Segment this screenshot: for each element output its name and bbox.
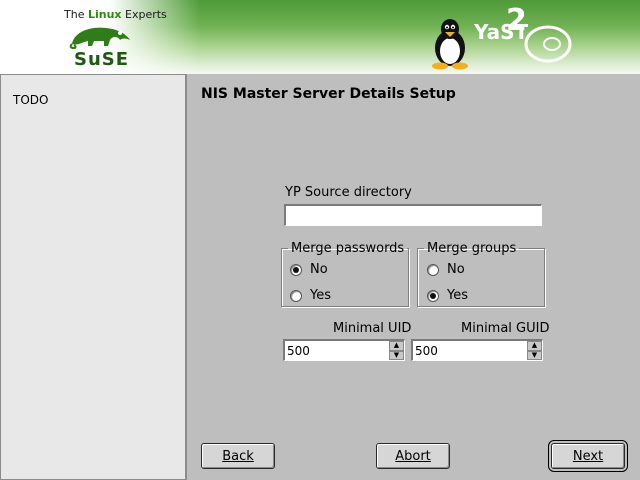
tagline: The Linux Experts xyxy=(64,8,167,21)
minimal-uid-value: 500 xyxy=(287,344,310,358)
radio-unchecked-icon xyxy=(427,263,439,276)
minimal-uid-spinbox[interactable]: 500 ▲ ▼ xyxy=(283,339,405,361)
spin-down-icon[interactable]: ▼ xyxy=(527,350,542,360)
page-title: NIS Master Server Details Setup xyxy=(201,86,456,102)
source-directory-label: YP Source directory xyxy=(285,185,412,200)
chameleon-icon xyxy=(69,27,130,50)
spin-down-icon[interactable]: ▼ xyxy=(389,350,404,360)
abort-button[interactable]: Abort xyxy=(376,443,450,469)
help-panel[interactable]: TODO xyxy=(0,74,187,480)
yast-logo-text: YaST xyxy=(474,20,529,44)
spin-up-icon[interactable]: ▲ xyxy=(527,341,542,351)
merge-passwords-yes-radio[interactable]: Yes xyxy=(290,288,331,303)
radio-checked-icon xyxy=(290,263,302,276)
radio-unchecked-icon xyxy=(290,289,302,302)
merge-groups-yes-radio[interactable]: Yes xyxy=(427,288,468,303)
minimal-gid-spinbox[interactable]: 500 ▲ ▼ xyxy=(411,339,543,361)
spin-up-icon[interactable]: ▲ xyxy=(389,341,404,351)
source-directory-input[interactable] xyxy=(284,204,542,226)
suse-logo-text: SuSE xyxy=(74,49,130,70)
minimal-uid-label: Minimal UID xyxy=(333,321,412,336)
merge-groups-title: Merge groups xyxy=(427,241,517,256)
header-banner: The Linux Experts SuSE 2 YaST xyxy=(0,0,640,74)
merge-passwords-title: Merge passwords xyxy=(291,241,405,256)
minimal-gid-label: Minimal GUID xyxy=(461,321,550,336)
tux-penguin-icon xyxy=(432,19,468,70)
minimal-gid-value: 500 xyxy=(415,344,438,358)
next-button[interactable]: Next xyxy=(548,440,628,472)
help-text: TODO xyxy=(13,93,49,107)
merge-groups-no-radio[interactable]: No xyxy=(427,262,465,277)
radio-checked-icon xyxy=(427,289,439,302)
back-button[interactable]: Back xyxy=(201,443,275,469)
merge-passwords-no-radio[interactable]: No xyxy=(290,262,328,277)
